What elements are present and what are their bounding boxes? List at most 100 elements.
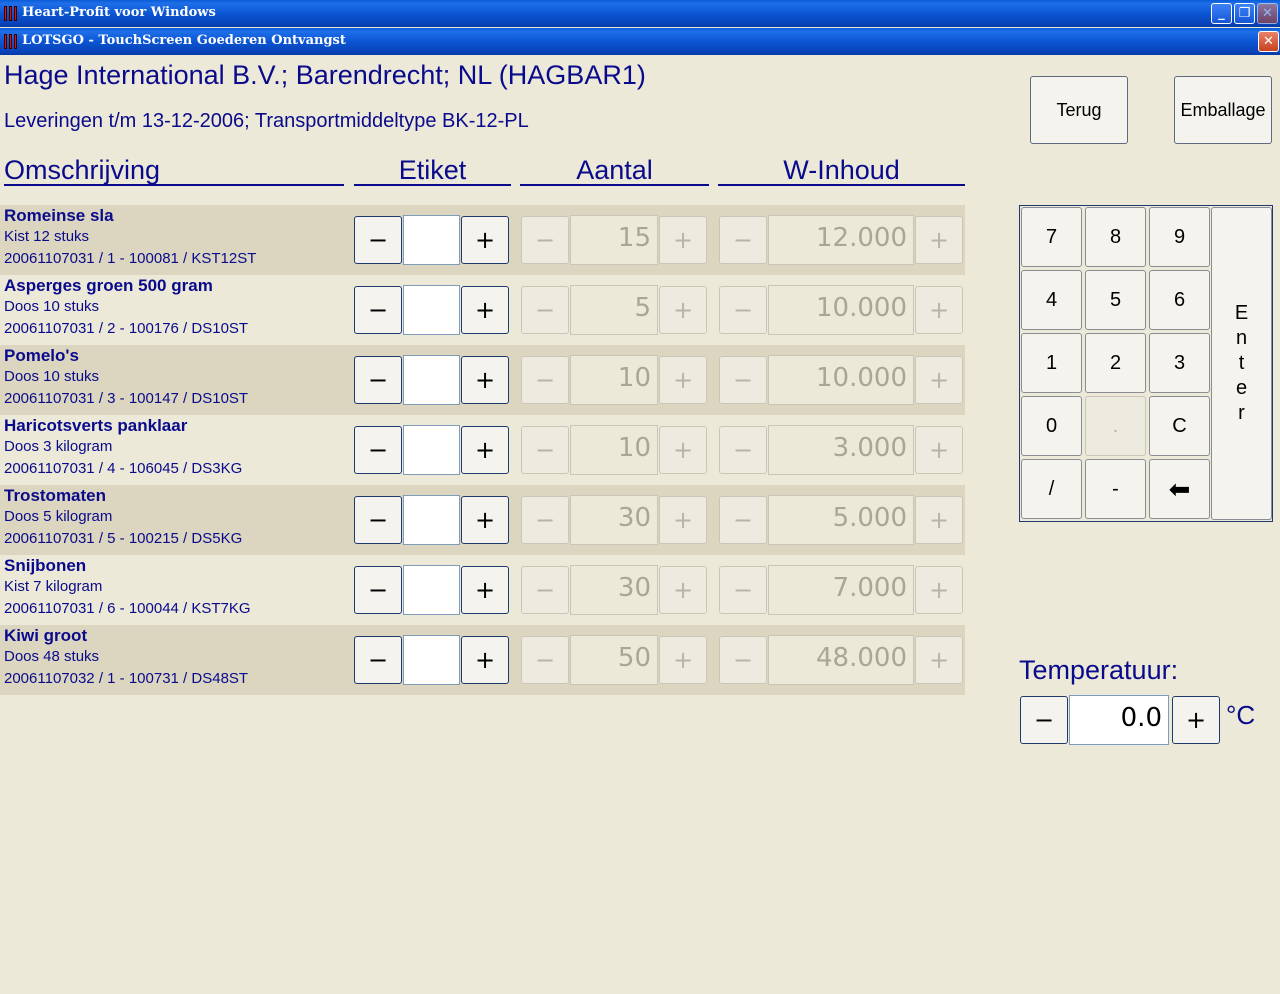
- label-increase-button[interactable]: +: [461, 426, 509, 474]
- quantity-increase-button[interactable]: +: [659, 216, 707, 264]
- label-input[interactable]: [403, 565, 460, 615]
- app-icon: [4, 34, 18, 49]
- label-input[interactable]: [403, 635, 460, 685]
- product-row: Asperges groen 500 gram Doos 10 stuks 20…: [0, 275, 965, 345]
- temperature-increase-button[interactable]: +: [1172, 696, 1220, 744]
- minimize-icon[interactable]: _: [1211, 3, 1232, 24]
- content-input[interactable]: 5.000: [768, 495, 914, 545]
- content-input[interactable]: 10.000: [768, 285, 914, 335]
- content-input[interactable]: 10.000: [768, 355, 914, 405]
- key-clear-button[interactable]: C: [1149, 396, 1210, 456]
- quantity-decrease-button[interactable]: −: [521, 566, 569, 614]
- content-increase-button[interactable]: +: [915, 286, 963, 334]
- quantity-increase-button[interactable]: +: [659, 566, 707, 614]
- content-decrease-button[interactable]: −: [719, 356, 767, 404]
- label-decrease-button[interactable]: −: [354, 636, 402, 684]
- label-decrease-button[interactable]: −: [354, 216, 402, 264]
- quantity-increase-button[interactable]: +: [659, 636, 707, 684]
- label-decrease-button[interactable]: −: [354, 496, 402, 544]
- content-decrease-button[interactable]: −: [719, 216, 767, 264]
- key-6-button[interactable]: 6: [1149, 270, 1210, 330]
- content-increase-button[interactable]: +: [915, 496, 963, 544]
- quantity-decrease-button[interactable]: −: [521, 496, 569, 544]
- content-input[interactable]: 12.000: [768, 215, 914, 265]
- key-minus-button[interactable]: -: [1085, 459, 1146, 519]
- content-decrease-button[interactable]: −: [719, 426, 767, 474]
- content-decrease-button[interactable]: −: [719, 566, 767, 614]
- quantity-increase-button[interactable]: +: [659, 286, 707, 334]
- close-icon[interactable]: ✕: [1257, 3, 1278, 24]
- quantity-decrease-button[interactable]: −: [521, 636, 569, 684]
- label-input[interactable]: [403, 355, 460, 405]
- content-increase-button[interactable]: +: [915, 566, 963, 614]
- enter-button[interactable]: Enter: [1211, 207, 1272, 520]
- quantity-input[interactable]: 30: [570, 565, 658, 615]
- product-row: Haricotsverts panklaar Doos 3 kilogram 2…: [0, 415, 965, 485]
- backspace-icon[interactable]: ⬅: [1149, 459, 1210, 519]
- key-9-button[interactable]: 9: [1149, 207, 1210, 267]
- label-input[interactable]: [403, 425, 460, 475]
- deliveries-info: Leveringen t/m 13-12-2006; Transportmidd…: [4, 110, 529, 132]
- quantity-decrease-button[interactable]: −: [521, 216, 569, 264]
- restore-icon[interactable]: ❐: [1234, 3, 1255, 24]
- quantity-increase-button[interactable]: +: [659, 356, 707, 404]
- key-3-button[interactable]: 3: [1149, 333, 1210, 393]
- label-input[interactable]: [403, 285, 460, 335]
- label-increase-button[interactable]: +: [461, 566, 509, 614]
- quantity-decrease-button[interactable]: −: [521, 356, 569, 404]
- key-8-button[interactable]: 8: [1085, 207, 1146, 267]
- quantity-input[interactable]: 10: [570, 425, 658, 475]
- enter-letter: n: [1235, 327, 1248, 349]
- label-decrease-button[interactable]: −: [354, 426, 402, 474]
- content-decrease-button[interactable]: −: [719, 636, 767, 684]
- content-increase-button[interactable]: +: [915, 216, 963, 264]
- product-code: 20061107031 / 1 - 100081 / KST12ST: [4, 250, 257, 267]
- quantity-decrease-button[interactable]: −: [521, 426, 569, 474]
- company-title: Hage International B.V.; Barendrecht; NL…: [4, 60, 646, 90]
- close-icon[interactable]: ✕: [1258, 31, 1279, 52]
- content-increase-button[interactable]: +: [915, 426, 963, 474]
- app-icon: [4, 6, 18, 21]
- quantity-input[interactable]: 5: [570, 285, 658, 335]
- key-decimal-button[interactable]: .: [1085, 396, 1146, 456]
- label-increase-button[interactable]: +: [461, 286, 509, 334]
- key-4-button[interactable]: 4: [1021, 270, 1082, 330]
- temperature-input[interactable]: 0.0: [1069, 695, 1169, 745]
- quantity-input[interactable]: 50: [570, 635, 658, 685]
- content-input[interactable]: 48.000: [768, 635, 914, 685]
- content-increase-button[interactable]: +: [915, 636, 963, 684]
- label-decrease-button[interactable]: −: [354, 356, 402, 404]
- content-input[interactable]: 3.000: [768, 425, 914, 475]
- key-0-button[interactable]: 0: [1021, 396, 1082, 456]
- key-2-button[interactable]: 2: [1085, 333, 1146, 393]
- content-increase-button[interactable]: +: [915, 356, 963, 404]
- temperature-decrease-button[interactable]: −: [1020, 696, 1068, 744]
- quantity-increase-button[interactable]: +: [659, 496, 707, 544]
- packaging-button[interactable]: Emballage: [1174, 76, 1272, 144]
- content-decrease-button[interactable]: −: [719, 496, 767, 544]
- quantity-input[interactable]: 15: [570, 215, 658, 265]
- label-decrease-button[interactable]: −: [354, 566, 402, 614]
- quantity-input[interactable]: 10: [570, 355, 658, 405]
- key-slash-button[interactable]: /: [1021, 459, 1082, 519]
- quantity-decrease-button[interactable]: −: [521, 286, 569, 334]
- product-name: Pomelo's: [4, 346, 79, 365]
- label-input[interactable]: [403, 495, 460, 545]
- label-increase-button[interactable]: +: [461, 636, 509, 684]
- label-increase-button[interactable]: +: [461, 356, 509, 404]
- key-1-button[interactable]: 1: [1021, 333, 1082, 393]
- label-input[interactable]: [403, 215, 460, 265]
- quantity-increase-button[interactable]: +: [659, 426, 707, 474]
- content-decrease-button[interactable]: −: [719, 286, 767, 334]
- label-increase-button[interactable]: +: [461, 496, 509, 544]
- back-button[interactable]: Terug: [1030, 76, 1128, 144]
- product-row: Pomelo's Doos 10 stuks 20061107031 / 3 -…: [0, 345, 965, 415]
- label-increase-button[interactable]: +: [461, 216, 509, 264]
- key-7-button[interactable]: 7: [1021, 207, 1082, 267]
- column-header-content: W-Inhoud: [718, 155, 965, 186]
- quantity-input[interactable]: 30: [570, 495, 658, 545]
- product-name: Trostomaten: [4, 486, 107, 505]
- label-decrease-button[interactable]: −: [354, 286, 402, 334]
- key-5-button[interactable]: 5: [1085, 270, 1146, 330]
- content-input[interactable]: 7.000: [768, 565, 914, 615]
